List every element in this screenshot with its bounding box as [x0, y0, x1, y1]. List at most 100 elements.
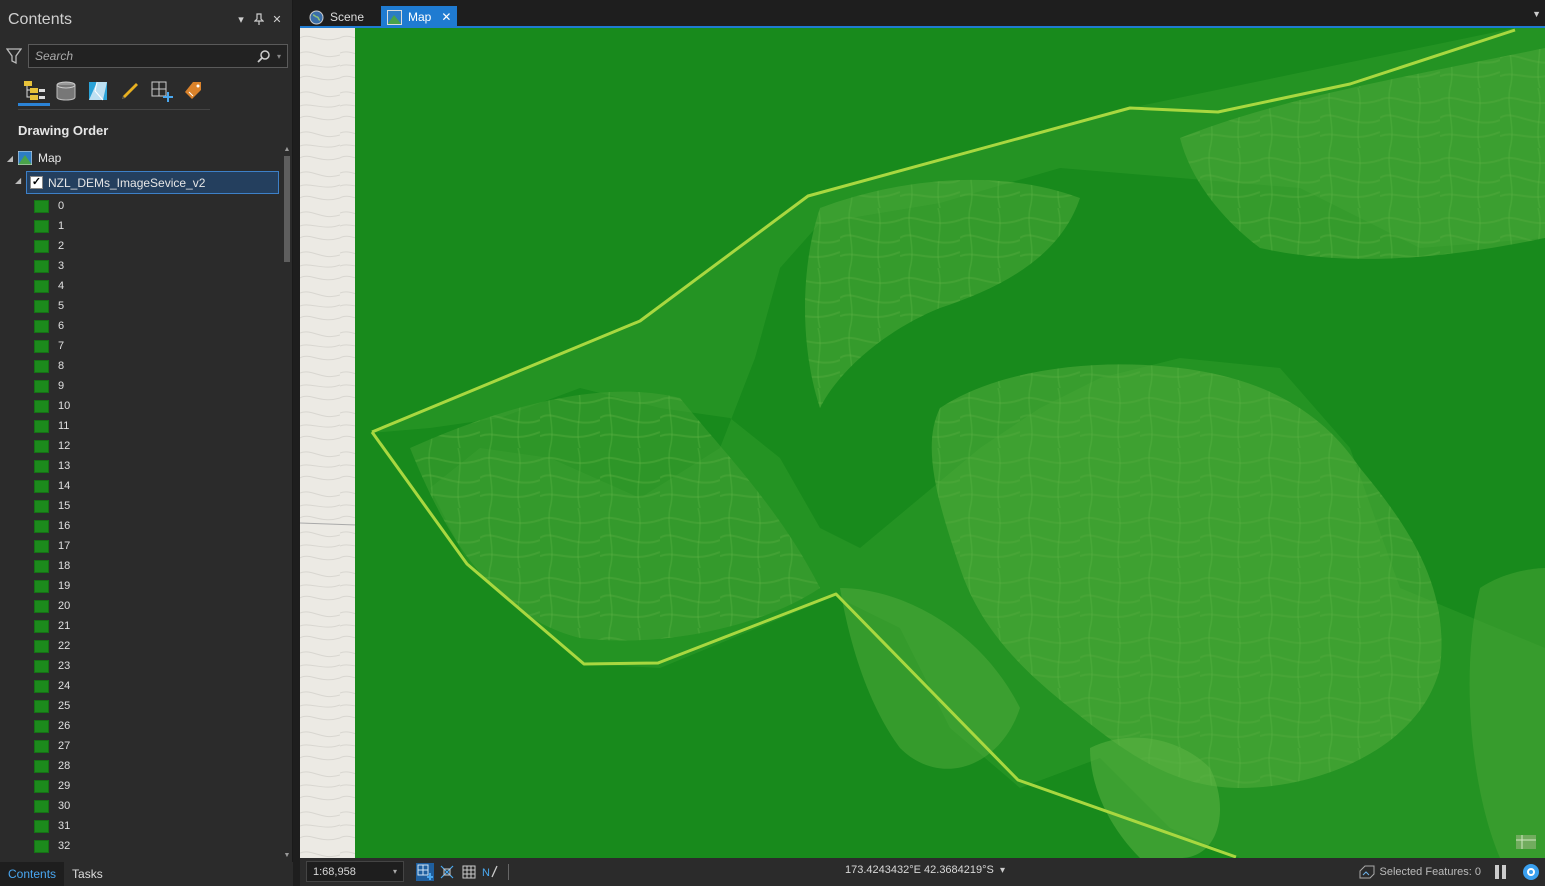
symbology-class-row[interactable]: 19 — [34, 576, 70, 596]
class-color-swatch[interactable] — [34, 759, 49, 773]
symbology-class-row[interactable]: 0 — [34, 196, 64, 216]
layer-visibility-checkbox[interactable]: ✓ — [30, 176, 43, 189]
class-color-swatch[interactable] — [34, 719, 49, 733]
class-color-swatch[interactable] — [34, 539, 49, 553]
tab-tasks[interactable]: Tasks — [64, 862, 111, 886]
class-color-swatch[interactable] — [34, 699, 49, 713]
filter-icon[interactable] — [6, 47, 22, 65]
scroll-down-icon[interactable]: ▼ — [283, 852, 291, 860]
class-color-swatch[interactable] — [34, 799, 49, 813]
snapping-icon[interactable] — [438, 863, 456, 881]
symbology-class-row[interactable]: 31 — [34, 816, 70, 836]
symbology-class-row[interactable]: 23 — [34, 656, 70, 676]
symbology-class-row[interactable]: 17 — [34, 536, 70, 556]
symbology-class-row[interactable]: 7 — [34, 336, 64, 356]
symbology-class-row[interactable]: 11 — [34, 416, 69, 436]
class-color-swatch[interactable] — [34, 579, 49, 593]
class-color-swatch[interactable] — [34, 339, 49, 353]
symbology-class-row[interactable]: 12 — [34, 436, 70, 456]
collapse-icon[interactable]: ◢ — [6, 154, 14, 163]
scale-dropdown-icon[interactable]: ▾ — [393, 867, 397, 876]
class-color-swatch[interactable] — [34, 599, 49, 613]
search-box[interactable]: ▾ — [28, 44, 288, 68]
list-by-labeling-icon[interactable] — [178, 76, 210, 106]
symbology-class-row[interactable]: 13 — [34, 456, 70, 476]
class-color-swatch[interactable] — [34, 739, 49, 753]
class-color-swatch[interactable] — [34, 219, 49, 233]
search-options-icon[interactable]: ▾ — [277, 52, 281, 61]
map-view[interactable] — [300, 28, 1545, 858]
pause-drawing-icon[interactable] — [1495, 865, 1509, 879]
symbology-class-row[interactable]: 6 — [34, 316, 64, 336]
class-color-swatch[interactable] — [34, 439, 49, 453]
north-arrow-icon[interactable]: N — [482, 863, 500, 881]
class-color-swatch[interactable] — [34, 279, 49, 293]
close-pane-icon[interactable]: ✕ — [270, 13, 284, 27]
map-node[interactable]: ◢ Map — [6, 148, 61, 168]
map-canvas[interactable] — [300, 28, 1545, 858]
symbology-class-row[interactable]: 29 — [34, 776, 70, 796]
selected-features-icon[interactable] — [1359, 865, 1375, 879]
class-color-swatch[interactable] — [34, 479, 49, 493]
symbology-class-row[interactable]: 18 — [34, 556, 70, 576]
scroll-thumb[interactable] — [284, 156, 290, 262]
class-color-swatch[interactable] — [34, 379, 49, 393]
class-color-swatch[interactable] — [34, 319, 49, 333]
class-color-swatch[interactable] — [34, 199, 49, 213]
layer-node-nzl-dems[interactable]: ✓ NZL_DEMs_ImageSevice_v2 — [26, 171, 279, 194]
class-color-swatch[interactable] — [34, 459, 49, 473]
symbology-class-row[interactable]: 21 — [34, 616, 70, 636]
class-color-swatch[interactable] — [34, 679, 49, 693]
contents-scrollbar[interactable]: ▲ ▼ — [283, 146, 291, 860]
symbology-class-row[interactable]: 4 — [34, 276, 64, 296]
list-by-selection-icon[interactable] — [82, 76, 114, 106]
symbology-class-row[interactable]: 1 — [34, 216, 64, 236]
symbology-class-row[interactable]: 3 — [34, 256, 64, 276]
list-by-snapping-icon[interactable] — [146, 76, 178, 106]
tab-map[interactable]: Map ✕ — [381, 6, 458, 28]
list-by-drawing-order-icon[interactable] — [18, 76, 50, 106]
layer-collapse-icon[interactable]: ◢ — [15, 176, 21, 185]
refresh-icon[interactable] — [1523, 864, 1539, 880]
symbology-class-row[interactable]: 2 — [34, 236, 64, 256]
symbology-class-row[interactable]: 27 — [34, 736, 70, 756]
class-color-swatch[interactable] — [34, 259, 49, 273]
close-tab-icon[interactable]: ✕ — [441, 10, 451, 24]
class-color-swatch[interactable] — [34, 819, 49, 833]
symbology-class-row[interactable]: 14 — [34, 476, 70, 496]
class-color-swatch[interactable] — [34, 619, 49, 633]
class-color-swatch[interactable] — [34, 239, 49, 253]
class-color-swatch[interactable] — [34, 359, 49, 373]
tab-contents[interactable]: Contents — [0, 862, 65, 886]
symbology-class-row[interactable]: 22 — [34, 636, 70, 656]
scale-selector[interactable]: 1:68,958 ▾ — [306, 861, 404, 882]
tab-scene[interactable]: Scene — [303, 6, 370, 28]
class-color-swatch[interactable] — [34, 519, 49, 533]
basemap-gallery-icon[interactable] — [1516, 835, 1536, 849]
search-input[interactable] — [35, 49, 257, 63]
grid-icon[interactable] — [460, 863, 478, 881]
symbology-class-row[interactable]: 5 — [34, 296, 64, 316]
class-color-swatch[interactable] — [34, 419, 49, 433]
symbology-class-row[interactable]: 20 — [34, 596, 70, 616]
class-color-swatch[interactable] — [34, 639, 49, 653]
symbology-class-row[interactable]: 32 — [34, 836, 70, 856]
symbology-class-row[interactable]: 15 — [34, 496, 70, 516]
class-color-swatch[interactable] — [34, 399, 49, 413]
class-color-swatch[interactable] — [34, 299, 49, 313]
list-by-editing-icon[interactable] — [114, 76, 146, 106]
symbology-class-row[interactable]: 9 — [34, 376, 64, 396]
symbology-class-row[interactable]: 24 — [34, 676, 70, 696]
symbology-class-row[interactable]: 8 — [34, 356, 64, 376]
list-by-data-source-icon[interactable] — [50, 76, 82, 106]
class-color-swatch[interactable] — [34, 659, 49, 673]
class-color-swatch[interactable] — [34, 779, 49, 793]
pane-options-icon[interactable]: ▾ — [234, 13, 248, 27]
scroll-up-icon[interactable]: ▲ — [283, 146, 291, 154]
class-color-swatch[interactable] — [34, 839, 49, 853]
grid-snap-icon[interactable] — [416, 863, 434, 881]
symbology-class-row[interactable]: 26 — [34, 716, 70, 736]
pin-icon[interactable] — [252, 13, 266, 27]
search-icon[interactable] — [257, 49, 271, 63]
symbology-class-row[interactable]: 16 — [34, 516, 70, 536]
